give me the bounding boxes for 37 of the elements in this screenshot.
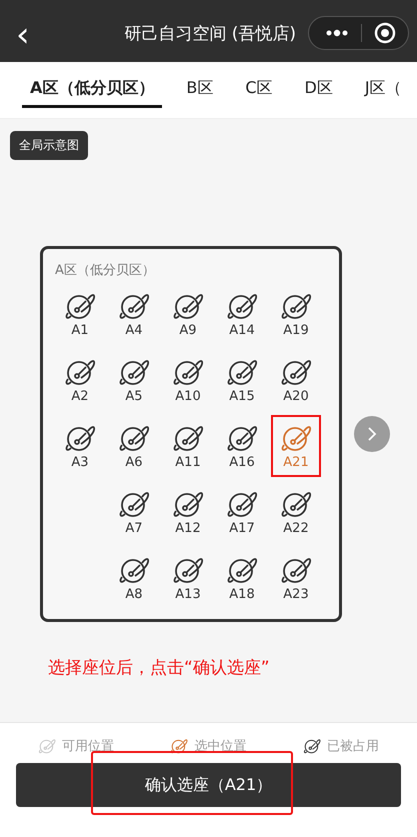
seat-button[interactable]: A15: [217, 349, 267, 411]
back-button[interactable]: ‹: [8, 20, 38, 50]
seat-button[interactable]: A1: [55, 283, 105, 345]
zone-tab[interactable]: C区: [237, 72, 281, 108]
seat-button[interactable]: A11: [163, 415, 213, 477]
legend-label: 已被占用: [326, 738, 379, 755]
seat-button[interactable]: A12: [163, 481, 213, 543]
chevron-right-icon: [367, 426, 377, 442]
seat-button[interactable]: A17: [217, 481, 267, 543]
seat-button[interactable]: A13: [163, 547, 213, 609]
seat-button[interactable]: A6: [109, 415, 159, 477]
zone-tab[interactable]: D区: [296, 72, 341, 108]
instruction-text: 选择座位后，点击“确认选座”: [48, 657, 271, 679]
page-title: 研己自习空间 (吾悦店): [123, 23, 297, 46]
seat-button[interactable]: A22: [271, 481, 321, 543]
overview-button[interactable]: 全局示意图: [10, 131, 88, 160]
more-icon[interactable]: [325, 29, 349, 37]
zone-tab[interactable]: A区（低分贝区）: [22, 72, 162, 108]
seat-button[interactable]: A10: [163, 349, 213, 411]
zone-tab[interactable]: B区: [178, 72, 222, 108]
seat-button[interactable]: A23: [271, 547, 321, 609]
seat-button[interactable]: A7: [109, 481, 159, 543]
seat-button[interactable]: A5: [109, 349, 159, 411]
seat-button[interactable]: A16: [217, 415, 267, 477]
seat-button[interactable]: A4: [109, 283, 159, 345]
seat-button[interactable]: A3: [55, 415, 105, 477]
seat-button[interactable]: A2: [55, 349, 105, 411]
seat-button[interactable]: A8: [109, 547, 159, 609]
seat-button[interactable]: A19: [271, 283, 321, 345]
zone-tab[interactable]: J区（: [356, 72, 410, 108]
seat-button[interactable]: A18: [217, 547, 267, 609]
seat-button[interactable]: A14: [217, 283, 267, 345]
seat-button[interactable]: A9: [163, 283, 213, 345]
zone-title: A区（低分贝区）: [55, 262, 156, 279]
legend-label: 可用位置: [62, 738, 114, 755]
seat-button[interactable]: A20: [271, 349, 321, 411]
confirm-button[interactable]: 确认选座（A21）: [16, 763, 401, 807]
